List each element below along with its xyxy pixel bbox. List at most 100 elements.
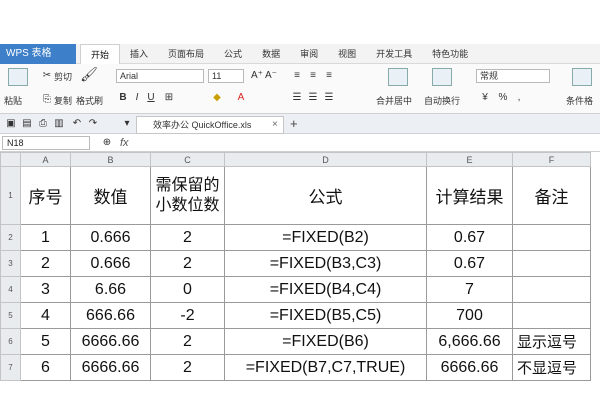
align-bottom-icon[interactable]: ≡ [322, 70, 336, 82]
table-cell[interactable]: 6666.66 [70, 354, 151, 381]
table-cell[interactable]: 0.67 [426, 224, 513, 251]
table-cell[interactable]: 2 [150, 224, 225, 251]
wrap-text-button[interactable]: 自动换行 [424, 94, 460, 107]
table-cell[interactable]: =FIXED(B4,C4) [224, 276, 427, 303]
format-painter-button[interactable]: 格式刷 [76, 94, 103, 107]
table-cell[interactable]: 6666.66 [70, 328, 151, 355]
align-right-icon[interactable]: ☰ [322, 92, 336, 104]
row-header[interactable]: 4 [0, 276, 21, 303]
table-cell[interactable]: 0.67 [426, 250, 513, 277]
menu-tab[interactable]: 开始 [80, 44, 121, 64]
currency-icon[interactable]: ¥ [478, 92, 492, 104]
border-icon[interactable]: ⊞ [162, 92, 176, 104]
column-header[interactable]: C [150, 152, 225, 167]
table-cell[interactable]: 5 [20, 328, 71, 355]
font-size-select[interactable]: 11 [208, 69, 244, 83]
paste-button[interactable]: 粘贴 [4, 94, 22, 107]
header-cell[interactable]: 序号 [20, 166, 71, 225]
menu-tab[interactable]: 插入 [120, 44, 158, 64]
bold-icon[interactable]: B [116, 92, 130, 104]
align-middle-icon[interactable]: ≡ [306, 70, 320, 82]
table-cell[interactable]: =FIXED(B5,C5) [224, 302, 427, 329]
table-cell[interactable]: 6,666.66 [426, 328, 513, 355]
table-cell[interactable]: 2 [150, 250, 225, 277]
align-center-icon[interactable]: ☰ [306, 92, 320, 104]
row-header[interactable]: 3 [0, 250, 21, 277]
table-cell[interactable]: 6 [20, 354, 71, 381]
header-cell[interactable]: 公式 [224, 166, 427, 225]
row-header[interactable]: 7 [0, 354, 21, 381]
align-left-icon[interactable]: ☰ [290, 92, 304, 104]
menu-tab[interactable]: 页面布局 [158, 44, 214, 64]
name-box[interactable]: N18 [2, 136, 90, 150]
table-cell[interactable]: 0 [150, 276, 225, 303]
row-header[interactable]: 5 [0, 302, 21, 329]
table-cell[interactable]: 显示逗号 [512, 328, 591, 355]
zoom-icon[interactable]: ⊕ [100, 137, 114, 149]
column-header[interactable]: E [426, 152, 513, 167]
number-format-select[interactable]: 常规 [476, 69, 550, 83]
header-cell[interactable]: 数值 [70, 166, 151, 225]
header-cell[interactable]: 需保留的小数位数 [150, 166, 225, 225]
table-cell[interactable]: 1 [20, 224, 71, 251]
cut-button[interactable]: 剪切 [54, 70, 72, 83]
table-cell[interactable]: 不显逗号 [512, 354, 591, 381]
table-cell[interactable]: =FIXED(B2) [224, 224, 427, 251]
italic-icon[interactable]: I [130, 92, 144, 104]
merge-center-icon[interactable] [388, 68, 408, 86]
table-cell[interactable]: 6.66 [70, 276, 151, 303]
select-all-corner[interactable] [0, 152, 21, 167]
close-icon[interactable]: × [272, 116, 278, 134]
merge-center-button[interactable]: 合并居中 [376, 94, 412, 107]
table-cell[interactable]: 2 [20, 250, 71, 277]
table-cell[interactable]: 7 [426, 276, 513, 303]
folder-icon[interactable]: ▣ [4, 118, 18, 130]
table-cell[interactable] [512, 224, 591, 251]
column-header[interactable]: A [20, 152, 71, 167]
menu-tab[interactable]: 审阅 [290, 44, 328, 64]
table-cell[interactable] [512, 276, 591, 303]
wrap-text-icon[interactable] [432, 68, 452, 86]
menu-tab[interactable]: 视图 [328, 44, 366, 64]
add-tab-icon[interactable]: + [290, 115, 298, 133]
function-icon[interactable]: fx [120, 134, 129, 152]
table-cell[interactable]: 0.666 [70, 250, 151, 277]
print-icon[interactable]: ⎙ [36, 118, 50, 130]
menu-tab[interactable]: 公式 [214, 44, 252, 64]
format-painter-icon[interactable]: 🖌 [80, 67, 98, 86]
menu-tab[interactable]: 特色功能 [422, 44, 478, 64]
header-cell[interactable]: 备注 [512, 166, 591, 225]
font-color-icon[interactable]: A [234, 92, 248, 104]
table-cell[interactable]: 666.66 [70, 302, 151, 329]
conditional-format-icon[interactable] [572, 68, 592, 86]
table-cell[interactable]: -2 [150, 302, 225, 329]
table-cell[interactable]: =FIXED(B3,C3) [224, 250, 427, 277]
underline-icon[interactable]: U [144, 92, 158, 104]
column-header[interactable]: B [70, 152, 151, 167]
app-menu-button[interactable]: WPS 表格 [0, 44, 76, 64]
menu-tab[interactable]: 数据 [252, 44, 290, 64]
column-header[interactable]: F [512, 152, 591, 167]
table-cell[interactable] [512, 302, 591, 329]
percent-icon[interactable]: % [496, 92, 510, 104]
table-cell[interactable]: 6666.66 [426, 354, 513, 381]
table-cell[interactable]: 4 [20, 302, 71, 329]
font-name-select[interactable]: Arial [116, 69, 204, 83]
conditional-format-button[interactable]: 条件格 [566, 94, 593, 107]
table-cell[interactable]: 2 [150, 328, 225, 355]
chevron-down-icon[interactable]: ▾ [120, 118, 134, 130]
save-icon[interactable]: ▤ [20, 118, 34, 130]
redo-icon[interactable]: ↷ [86, 118, 100, 130]
table-cell[interactable]: =FIXED(B7,C7,TRUE) [224, 354, 427, 381]
comma-icon[interactable]: , [512, 92, 526, 104]
table-cell[interactable]: 3 [20, 276, 71, 303]
table-cell[interactable]: =FIXED(B6) [224, 328, 427, 355]
header-cell[interactable]: 计算结果 [426, 166, 513, 225]
copy-icon[interactable]: ⎘ [40, 94, 54, 106]
copy-button[interactable]: 复制 [54, 94, 72, 107]
row-header[interactable]: 1 [0, 166, 21, 225]
row-header[interactable]: 6 [0, 328, 21, 355]
document-tab[interactable]: 效率办公 QuickOffice.xls [136, 116, 284, 134]
scissors-icon[interactable]: ✂ [40, 70, 54, 82]
align-top-icon[interactable]: ≡ [290, 70, 304, 82]
